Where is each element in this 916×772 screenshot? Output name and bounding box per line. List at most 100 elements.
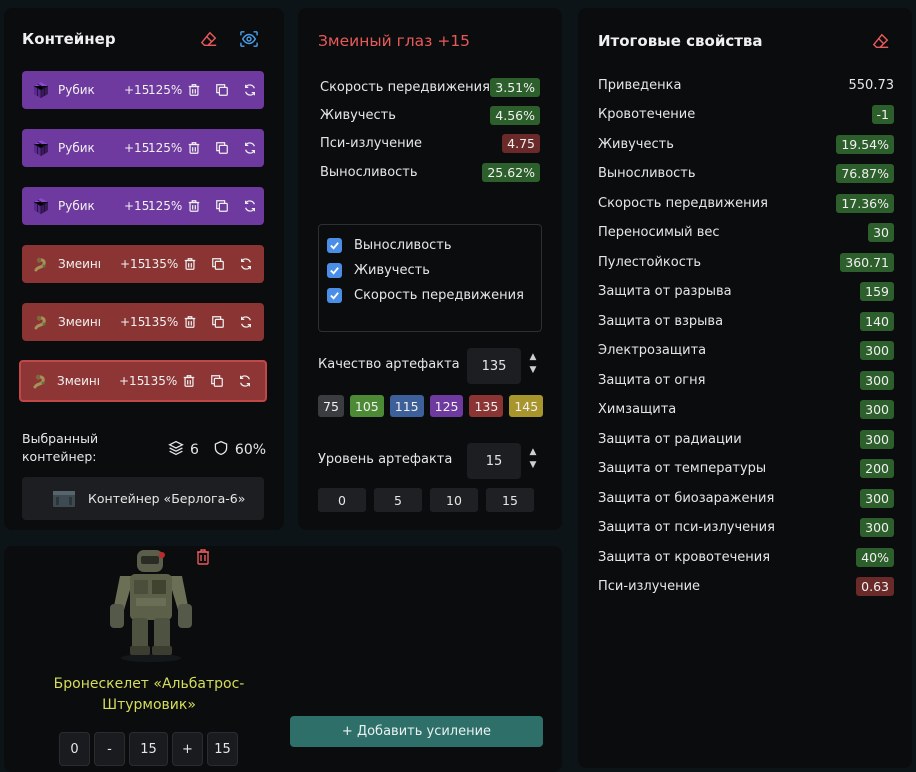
selected-container-label: Выбранный контейнер: <box>22 431 99 464</box>
increment-button[interactable]: + <box>172 732 203 766</box>
stat-value: 4.75 <box>502 133 540 153</box>
eraser-icon[interactable] <box>198 28 220 50</box>
summary-stat-name: Пулестойкость <box>598 254 702 270</box>
summary-stat-value: 300 <box>860 370 894 390</box>
swap-icon[interactable] <box>236 254 256 274</box>
trash-icon[interactable] <box>184 80 204 100</box>
artifact-quality: 135% <box>144 315 179 329</box>
artifact-row[interactable]: Рубик +15 125% <box>22 71 264 109</box>
summary-stat-value: 40% <box>856 547 894 567</box>
quality-preset-chip[interactable]: 125 <box>429 395 464 417</box>
quality-preset-chip[interactable]: 135 <box>469 395 504 417</box>
swap-icon[interactable] <box>240 196 260 216</box>
level-preset-chip[interactable]: 5 <box>374 488 422 512</box>
stat-checkbox-item[interactable]: Живучесть <box>327 258 541 283</box>
rubik-artifact-icon <box>32 197 50 215</box>
summary-stat-value: 30 <box>868 223 894 242</box>
checkbox-checked-icon[interactable] <box>327 263 342 278</box>
summary-stat-value: 300 <box>860 488 894 508</box>
summary-panel: Итоговые свойства Приведенка 550.73 Кровот… <box>578 8 912 768</box>
summary-row: Кровотечение -1 <box>598 103 894 127</box>
trash-icon[interactable] <box>194 548 212 566</box>
summary-row: Переносимый вес 30 <box>598 221 894 245</box>
summary-row: Живучесть 19.54% <box>598 132 894 156</box>
quality-preset-chip[interactable]: 75 <box>318 395 344 417</box>
decrement-button[interactable]: - <box>94 732 125 766</box>
copy-icon[interactable] <box>212 138 232 158</box>
checkbox-checked-icon[interactable] <box>327 238 342 253</box>
artifact-name: Змеины... <box>58 257 100 271</box>
summary-row: Защита от разрыва 159 <box>598 280 894 304</box>
rubik-artifact-icon <box>32 139 50 157</box>
swap-icon[interactable] <box>236 312 256 332</box>
artifact-level: +15 <box>124 83 150 97</box>
level-preset-chip[interactable]: 0 <box>318 488 366 512</box>
chevron-up-icon[interactable]: ▲ <box>526 446 540 459</box>
level-input[interactable]: 15 <box>129 732 168 766</box>
stat-checkbox-item[interactable]: Выносливость <box>327 233 541 258</box>
summary-stat-name: Защита от пси-излучения <box>598 520 775 535</box>
quality-preset-chip[interactable]: 145 <box>509 395 544 417</box>
summary-stat-name: Защита от разрыва <box>598 284 732 299</box>
artifact-stat-row: Живучесть 4.56% <box>320 104 540 126</box>
add-upgrade-button[interactable]: + Добавить усиление <box>290 716 543 747</box>
artifact-name: Рубик <box>58 199 95 213</box>
artifact-actions <box>179 371 255 391</box>
trash-icon[interactable] <box>179 371 199 391</box>
artifact-row[interactable]: Рубик +15 125% <box>22 129 264 167</box>
artifact-actions <box>184 196 260 216</box>
summary-stat-value: 200 <box>860 459 894 478</box>
summary-stat-name: Пси-излучение <box>598 579 701 594</box>
artifact-actions <box>184 80 260 100</box>
artifact-stat-row: Выносливость 25.62% <box>320 161 540 183</box>
artifact-row[interactable]: Змеины... +15135% <box>22 245 264 283</box>
quality-preset-chip[interactable]: 105 <box>349 395 384 417</box>
chevron-up-icon[interactable]: ▲ <box>526 351 540 364</box>
shield-icon <box>213 440 229 460</box>
artifact-level: +15 <box>124 199 150 213</box>
eye-icon[interactable] <box>238 28 260 50</box>
quality-preset-chip[interactable]: 115 <box>389 395 424 417</box>
summary-title: Итоговые свойства <box>598 32 763 50</box>
level-preset-chip[interactable]: 10 <box>430 488 478 512</box>
copy-icon[interactable] <box>212 80 232 100</box>
summary-row: Защита от радиации 300 <box>598 427 894 451</box>
max-level-button[interactable]: 15 <box>207 732 238 766</box>
artifact-actions <box>180 254 256 274</box>
quality-input[interactable]: 135 <box>467 348 521 384</box>
stat-checkbox-item[interactable]: Скорость передвижения <box>327 283 541 308</box>
artifact-panel: Змеиный глаз +15 Скорость передвижения 3.… <box>298 8 562 530</box>
artifact-row[interactable]: Змеины... +15135% <box>19 360 267 402</box>
min-level-button[interactable]: 0 <box>59 732 90 766</box>
artifact-name: Змеины... <box>57 374 99 388</box>
summary-stat-value: 19.54% <box>836 134 894 154</box>
trash-icon[interactable] <box>184 138 204 158</box>
container-select-button[interactable]: Контейнер «Берлога-6» <box>22 477 264 520</box>
copy-icon[interactable] <box>208 254 228 274</box>
copy-icon[interactable] <box>208 312 228 332</box>
checkbox-checked-icon[interactable] <box>327 288 342 303</box>
chevron-down-icon[interactable]: ▼ <box>526 364 540 377</box>
level-input[interactable]: 15 <box>467 443 521 479</box>
eraser-icon[interactable] <box>870 30 892 52</box>
stat-filter-box: Выносливость Живучесть Скорость передвижен… <box>318 224 542 332</box>
swap-icon[interactable] <box>240 138 260 158</box>
trash-icon[interactable] <box>180 254 200 274</box>
swap-icon[interactable] <box>240 80 260 100</box>
level-preset-chip[interactable]: 15 <box>486 488 534 512</box>
artifact-name: Рубик <box>58 141 95 155</box>
summary-row: Пулестойкость 360.71 <box>598 250 894 274</box>
copy-icon[interactable] <box>207 371 227 391</box>
level-presets: 0 5 10 15 <box>318 488 534 512</box>
summary-stat-name: Защита от биозаражения <box>598 490 775 506</box>
summary-stat-name: Живучесть <box>598 136 674 152</box>
container-panel: Контейнер Рубик +15 125% Рубик +15 125% Рубик +… <box>4 8 284 530</box>
artifact-quality: 135% <box>143 374 178 388</box>
swap-icon[interactable] <box>235 371 255 391</box>
copy-icon[interactable] <box>212 196 232 216</box>
artifact-row[interactable]: Рубик +15 125% <box>22 187 264 225</box>
trash-icon[interactable] <box>180 312 200 332</box>
trash-icon[interactable] <box>184 196 204 216</box>
artifact-row[interactable]: Змеины... +15135% <box>22 303 264 341</box>
chevron-down-icon[interactable]: ▼ <box>526 459 540 472</box>
